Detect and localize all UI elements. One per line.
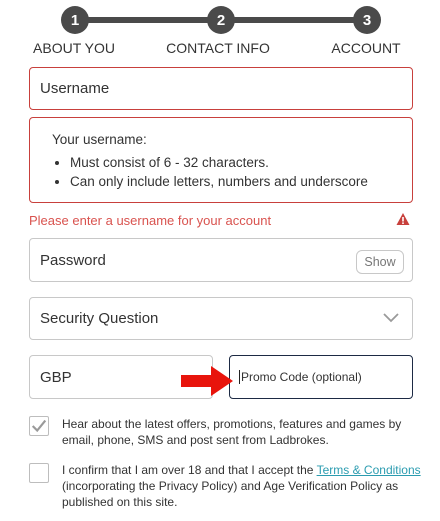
- username-rules-list: Must consist of 6 - 32 characters. Can o…: [52, 155, 412, 189]
- step-3-label: ACCOUNT: [331, 40, 401, 56]
- username-hint-title: Your username:: [52, 132, 147, 147]
- terms-conditions-link[interactable]: Terms & Conditions: [317, 463, 421, 477]
- promo-code-input[interactable]: Promo Code (optional): [229, 355, 413, 399]
- step-connector: [88, 17, 210, 23]
- step-connector: [234, 17, 354, 23]
- terms-text: I confirm that I am over 18 and that I a…: [62, 462, 422, 510]
- step-3-circle: 3: [353, 6, 381, 34]
- promo-code-placeholder: Promo Code (optional): [239, 370, 362, 384]
- marketing-opt-in-checkbox[interactable]: [29, 416, 49, 436]
- step-2-circle: 2: [207, 6, 235, 34]
- marketing-opt-in-text: Hear about the latest offers, promotions…: [62, 417, 402, 447]
- terms-text-after: (incorporating the Privacy Policy) and A…: [62, 479, 399, 509]
- terms-text-before: I confirm that I am over 18 and that I a…: [62, 463, 317, 477]
- password-input[interactable]: Password Show: [29, 238, 413, 282]
- step-2-label: CONTACT INFO: [166, 40, 270, 56]
- registration-stepper: 1 2 3 ABOUT YOU CONTACT INFO ACCOUNT: [0, 0, 440, 60]
- terms-checkbox[interactable]: [29, 463, 49, 483]
- username-input[interactable]: Username: [29, 67, 413, 110]
- username-placeholder: Username: [40, 80, 110, 97]
- password-placeholder: Password: [40, 251, 106, 269]
- step-1-label: ABOUT YOU: [33, 40, 115, 56]
- security-question-placeholder: Security Question: [40, 310, 159, 327]
- warning-icon: [396, 213, 410, 225]
- username-error-message: Please enter a username for your account: [29, 213, 272, 228]
- checkmark-icon: [31, 419, 47, 433]
- step-1-circle: 1: [61, 6, 89, 34]
- red-arrow-annotation: [181, 366, 233, 396]
- username-rule: Must consist of 6 - 32 characters.: [70, 155, 412, 170]
- currency-value: GBP: [40, 368, 72, 386]
- security-question-select[interactable]: Security Question: [29, 297, 413, 340]
- chevron-down-icon: [383, 313, 399, 323]
- show-password-button[interactable]: Show: [356, 250, 404, 274]
- username-hint-box: Your username: Must consist of 6 - 32 ch…: [29, 117, 413, 203]
- username-rule: Can only include letters, numbers and un…: [70, 174, 412, 189]
